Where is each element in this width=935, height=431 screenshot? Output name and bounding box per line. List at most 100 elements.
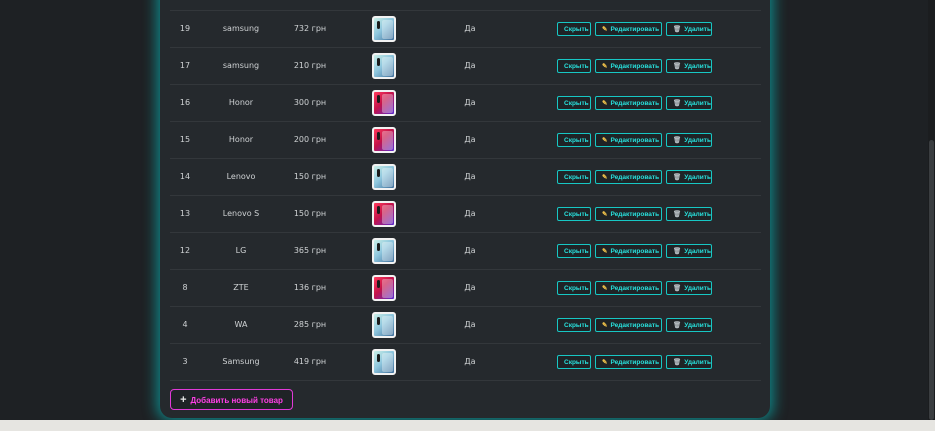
- hide-label: Скрыть: [564, 100, 589, 107]
- products-table: 19 samsung 732 грн Да Скрыть ✎ Редактиров…: [170, 0, 761, 381]
- product-name: Lenovo S: [222, 209, 260, 218]
- product-id: 15: [179, 135, 191, 144]
- camera-mark: [377, 280, 380, 288]
- product-name: ZTE: [233, 283, 249, 292]
- pencil-icon: ✎: [602, 211, 608, 218]
- camera-mark: [377, 58, 380, 66]
- delete-label: Удалить: [684, 100, 711, 107]
- edit-button[interactable]: ✎ Редактировать: [595, 318, 662, 332]
- hide-button[interactable]: Скрыть: [557, 170, 591, 184]
- trash-icon: 🗑: [673, 100, 682, 107]
- hide-button[interactable]: Скрыть: [557, 207, 591, 221]
- edit-button[interactable]: ✎ Редактировать: [595, 281, 662, 295]
- table-row: 12 LG 365 грн Да Скрыть ✎ Редактировать 🗑…: [170, 233, 761, 270]
- delete-label: Удалить: [684, 63, 711, 70]
- table-row: 13 Lenovo S 150 грн Да Скрыть ✎ Редактиро…: [170, 196, 761, 233]
- product-price: 285 грн: [293, 320, 327, 329]
- edit-button[interactable]: ✎ Редактировать: [595, 207, 662, 221]
- trash-icon: 🗑: [673, 285, 682, 292]
- edit-label: Редактировать: [610, 359, 660, 366]
- product-image: [372, 201, 396, 227]
- edit-button[interactable]: ✎ Редактировать: [595, 355, 662, 369]
- screen-mark: [382, 57, 393, 76]
- trash-icon: 🗑: [673, 137, 682, 144]
- delete-label: Удалить: [684, 359, 711, 366]
- delete-button[interactable]: 🗑 Удалить: [666, 170, 712, 184]
- product-image: [372, 127, 396, 153]
- product-image: [372, 238, 396, 264]
- table-row: 14 Lenovo 150 грн Да Скрыть ✎ Редактирова…: [170, 159, 761, 196]
- delete-button[interactable]: 🗑 Удалить: [666, 207, 712, 221]
- edit-button[interactable]: ✎ Редактировать: [595, 96, 662, 110]
- table-body: 19 samsung 732 грн Да Скрыть ✎ Редактиров…: [170, 11, 761, 381]
- page-scrollbar[interactable]: [928, 0, 935, 420]
- hide-button[interactable]: Скрыть: [557, 244, 591, 258]
- product-price: 136 грн: [293, 283, 327, 292]
- delete-label: Удалить: [684, 248, 711, 255]
- scrollbar-thumb[interactable]: [929, 140, 934, 420]
- delete-button[interactable]: 🗑 Удалить: [666, 133, 712, 147]
- delete-button[interactable]: 🗑 Удалить: [666, 318, 712, 332]
- delete-button[interactable]: 🗑 Удалить: [666, 355, 712, 369]
- hide-button[interactable]: Скрыть: [557, 281, 591, 295]
- trash-icon: 🗑: [673, 211, 682, 218]
- camera-mark: [377, 21, 380, 29]
- product-image: [372, 312, 396, 338]
- delete-button[interactable]: 🗑 Удалить: [666, 281, 712, 295]
- product-image: [372, 349, 396, 375]
- delete-button[interactable]: 🗑 Удалить: [666, 244, 712, 258]
- product-price: 365 грн: [293, 246, 327, 255]
- hide-label: Скрыть: [564, 322, 589, 329]
- delete-button[interactable]: 🗑 Удалить: [666, 22, 712, 36]
- product-name: WA: [234, 320, 248, 329]
- product-image: [372, 90, 396, 116]
- product-id: 12: [179, 246, 191, 255]
- edit-button[interactable]: ✎ Редактировать: [595, 170, 662, 184]
- trash-icon: 🗑: [673, 359, 682, 366]
- pencil-icon: ✎: [602, 322, 608, 329]
- delete-button[interactable]: 🗑 Удалить: [666, 96, 712, 110]
- delete-label: Удалить: [684, 322, 711, 329]
- product-name: samsung: [222, 24, 260, 33]
- hide-button[interactable]: Скрыть: [557, 355, 591, 369]
- product-id: 14: [179, 172, 191, 181]
- product-image: [372, 275, 396, 301]
- hide-button[interactable]: Скрыть: [557, 59, 591, 73]
- product-name: samsung: [222, 61, 260, 70]
- hide-button[interactable]: Скрыть: [557, 318, 591, 332]
- edit-button[interactable]: ✎ Редактировать: [595, 22, 662, 36]
- pencil-icon: ✎: [602, 26, 608, 33]
- pencil-icon: ✎: [602, 63, 608, 70]
- edit-label: Редактировать: [610, 26, 660, 33]
- add-product-button[interactable]: + Добавить новый товар: [170, 389, 293, 410]
- hide-label: Скрыть: [564, 359, 589, 366]
- edit-button[interactable]: ✎ Редактировать: [595, 133, 662, 147]
- hide-button[interactable]: Скрыть: [557, 22, 591, 36]
- table-row: 15 Honor 200 грн Да Скрыть ✎ Редактироват…: [170, 122, 761, 159]
- product-id: 19: [179, 24, 191, 33]
- trash-icon: 🗑: [673, 174, 682, 181]
- hide-button[interactable]: Скрыть: [557, 96, 591, 110]
- screen-mark: [382, 20, 393, 39]
- hide-button[interactable]: Скрыть: [557, 133, 591, 147]
- product-id: 8: [182, 283, 188, 292]
- delete-label: Удалить: [684, 26, 711, 33]
- table-row-partial: [170, 0, 761, 11]
- product-id: 17: [179, 61, 191, 70]
- product-status: Да: [464, 246, 476, 255]
- edit-button[interactable]: ✎ Редактировать: [595, 59, 662, 73]
- table-row: 16 Honor 300 грн Да Скрыть ✎ Редактироват…: [170, 85, 761, 122]
- screen-mark: [382, 279, 393, 298]
- edit-label: Редактировать: [610, 322, 660, 329]
- products-panel: 19 samsung 732 грн Да Скрыть ✎ Редактиров…: [160, 0, 770, 418]
- delete-label: Удалить: [684, 137, 711, 144]
- product-price: 300 грн: [293, 98, 327, 107]
- delete-label: Удалить: [684, 211, 711, 218]
- delete-button[interactable]: 🗑 Удалить: [666, 59, 712, 73]
- product-name: Honor: [228, 98, 254, 107]
- camera-mark: [377, 95, 380, 103]
- product-status: Да: [464, 357, 476, 366]
- product-name: LG: [235, 246, 247, 255]
- product-id: 16: [179, 98, 191, 107]
- edit-button[interactable]: ✎ Редактировать: [595, 244, 662, 258]
